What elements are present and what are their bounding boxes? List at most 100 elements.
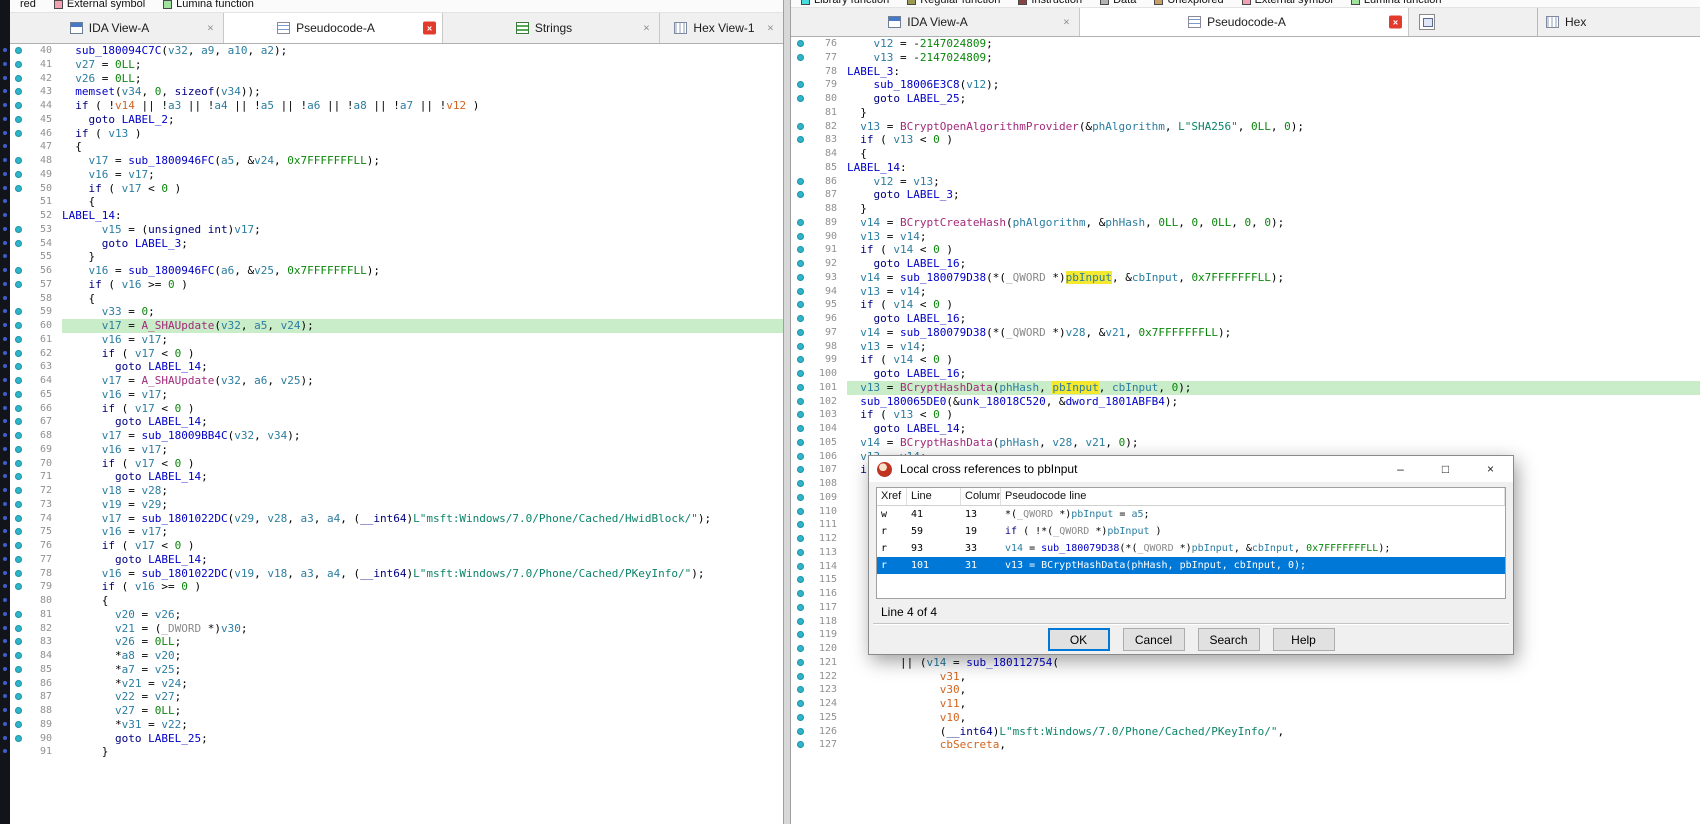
code-text[interactable]: } <box>847 202 1700 216</box>
breakpoint-dot[interactable] <box>797 384 804 391</box>
code-text[interactable]: v13 = v14; <box>847 340 1700 354</box>
breakpoint-dot[interactable] <box>797 370 804 377</box>
breakpoint-dot[interactable] <box>15 515 22 522</box>
code-text[interactable]: sub_180094C7C(v32, a9, a10, a2); <box>62 44 783 58</box>
code-text[interactable]: if ( v14 < 0 ) <box>847 353 1700 367</box>
breakpoint-dot[interactable] <box>15 501 22 508</box>
code-text[interactable]: goto LABEL_3; <box>62 237 783 251</box>
code-text[interactable]: if ( v13 ) <box>62 127 783 141</box>
code-text[interactable]: LABEL_14: <box>62 209 783 223</box>
code-text[interactable]: memset(v34, 0, sizeof(v34)); <box>62 85 783 99</box>
breakpoint-dot[interactable] <box>797 508 804 515</box>
code-text[interactable]: v13 = -2147024809; <box>847 51 1700 65</box>
breakpoint-dot[interactable] <box>15 611 22 618</box>
breakpoint-dot[interactable] <box>15 666 22 673</box>
code-text[interactable]: v16 = sub_1801022DC(v19, v18, a3, a4, (_… <box>62 567 783 581</box>
breakpoint-dot[interactable] <box>15 391 22 398</box>
code-text[interactable]: goto LABEL_3; <box>847 188 1700 202</box>
tab-close-button[interactable]: × <box>204 22 217 35</box>
xref-row[interactable]: r9333v14 = sub_180079D38(*(_QWORD *)pbIn… <box>877 540 1505 557</box>
tab-hex[interactable]: Hex <box>1537 8 1700 36</box>
code-text[interactable]: { <box>62 594 783 608</box>
code-text[interactable]: v15 = (unsigned int)v17; <box>62 223 783 237</box>
code-text[interactable]: goto LABEL_2; <box>62 113 783 127</box>
breakpoint-dot[interactable] <box>15 405 22 412</box>
code-text[interactable]: goto LABEL_14; <box>847 422 1700 436</box>
tab-pseudocode-a[interactable]: Pseudocode-A× <box>224 13 443 43</box>
breakpoint-dot[interactable] <box>15 226 22 233</box>
code-text[interactable]: } <box>62 745 783 759</box>
code-text[interactable]: v16 = v17; <box>62 168 783 182</box>
code-text[interactable]: v26 = 0LL; <box>62 635 783 649</box>
code-text[interactable]: v21 = (_DWORD *)v30; <box>62 622 783 636</box>
breakpoint-dot[interactable] <box>15 185 22 192</box>
breakpoint-dot[interactable] <box>797 425 804 432</box>
code-text[interactable]: if ( v14 < 0 ) <box>847 243 1700 257</box>
code-text[interactable]: v12 = v13; <box>847 175 1700 189</box>
breakpoint-dot[interactable] <box>15 446 22 453</box>
help-button[interactable]: Help <box>1273 628 1335 651</box>
code-text[interactable]: if ( v17 < 0 ) <box>62 347 783 361</box>
breakpoint-dot[interactable] <box>15 556 22 563</box>
tab-close-button[interactable]: × <box>423 22 436 35</box>
code-text[interactable]: v17 = A_SHAUpdate(v32, a6, v25); <box>62 374 783 388</box>
minimize-button[interactable]: – <box>1378 456 1423 482</box>
breakpoint-dot[interactable] <box>797 123 804 130</box>
code-text[interactable]: { <box>62 140 783 154</box>
breakpoint-dot[interactable] <box>797 233 804 240</box>
tab-strings[interactable]: Strings× <box>443 13 660 43</box>
tab-close-button[interactable]: × <box>764 22 777 35</box>
pseudocode-pane-right[interactable]: 76 v12 = -2147024809;77 v13 = -214702480… <box>791 37 1700 824</box>
tab-close-button[interactable]: × <box>1389 16 1402 29</box>
code-text[interactable]: *v21 = v24; <box>62 677 783 691</box>
code-text[interactable]: if ( v17 < 0 ) <box>62 182 783 196</box>
column-header-xref[interactable]: Xref <box>877 488 907 505</box>
code-text[interactable]: v17 = sub_1800946FC(a5, &v24, 0x7FFFFFFF… <box>62 154 783 168</box>
breakpoint-dot[interactable] <box>15 707 22 714</box>
code-text[interactable]: if ( v16 >= 0 ) <box>62 580 783 594</box>
xref-row[interactable]: w4113*(_QWORD *)pbInput = a5; <box>877 506 1505 523</box>
breakpoint-dot[interactable] <box>15 47 22 54</box>
pseudocode-pane-left[interactable]: 40 sub_180094C7C(v32, a9, a10, a2);41 v2… <box>10 44 783 824</box>
code-text[interactable]: v26 = 0LL; <box>62 72 783 86</box>
code-text[interactable]: LABEL_14: <box>847 161 1700 175</box>
breakpoint-dot[interactable] <box>797 40 804 47</box>
code-text[interactable]: goto LABEL_25; <box>62 732 783 746</box>
breakpoint-dot[interactable] <box>797 343 804 350</box>
detach-window-button[interactable] <box>1419 14 1435 30</box>
code-text[interactable]: { <box>62 195 783 209</box>
code-text[interactable]: v18 = v28; <box>62 484 783 498</box>
code-text[interactable]: LABEL_3: <box>847 65 1700 79</box>
breakpoint-dot[interactable] <box>797 659 804 666</box>
breakpoint-dot[interactable] <box>797 714 804 721</box>
breakpoint-dot[interactable] <box>797 54 804 61</box>
breakpoint-dot[interactable] <box>797 95 804 102</box>
breakpoint-dot[interactable] <box>15 240 22 247</box>
breakpoint-dot[interactable] <box>15 171 22 178</box>
code-text[interactable]: v16 = v17; <box>62 443 783 457</box>
breakpoint-dot[interactable] <box>15 652 22 659</box>
code-text[interactable]: sub_18006E3C8(v12); <box>847 78 1700 92</box>
breakpoint-dot[interactable] <box>797 398 804 405</box>
code-text[interactable]: v13 = BCryptHashData(phHash, pbInput, cb… <box>847 381 1700 395</box>
code-text[interactable]: (__int64)L"msft:Windows/7.0/Phone/Cached… <box>847 725 1700 739</box>
code-text[interactable]: goto LABEL_16; <box>847 257 1700 271</box>
breakpoint-dot[interactable] <box>15 432 22 439</box>
code-text[interactable]: v31, <box>847 670 1700 684</box>
code-text[interactable]: v14 = BCryptCreateHash(phAlgorithm, &phH… <box>847 216 1700 230</box>
breakpoint-dot[interactable] <box>15 460 22 467</box>
column-header-pseudocode-line[interactable]: Pseudocode line <box>1001 488 1505 505</box>
code-text[interactable]: goto LABEL_16; <box>847 367 1700 381</box>
code-text[interactable]: if ( !v14 || !a3 || !a4 || !a5 || !a6 ||… <box>62 99 783 113</box>
code-text[interactable]: v19 = v29; <box>62 498 783 512</box>
breakpoint-dot[interactable] <box>797 288 804 295</box>
code-text[interactable]: v10, <box>847 711 1700 725</box>
code-text[interactable]: v13 = BCryptOpenAlgorithmProvider(&phAlg… <box>847 120 1700 134</box>
breakpoint-dot[interactable] <box>15 542 22 549</box>
breakpoint-dot[interactable] <box>15 625 22 632</box>
code-text[interactable]: goto LABEL_25; <box>847 92 1700 106</box>
code-text[interactable]: *a7 = v25; <box>62 663 783 677</box>
breakpoint-dot[interactable] <box>15 487 22 494</box>
breakpoint-dot[interactable] <box>15 680 22 687</box>
breakpoint-dot[interactable] <box>15 336 22 343</box>
